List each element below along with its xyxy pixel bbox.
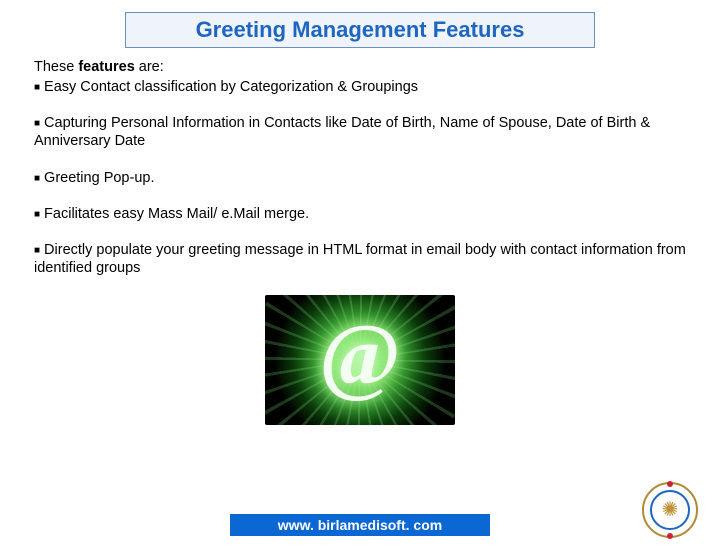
intro-line: These features are:	[34, 58, 686, 76]
page-title: Greeting Management Features	[196, 17, 525, 42]
bullet-icon: ■	[34, 209, 40, 220]
bullet-item: ■ Facilitates easy Mass Mail/ e.Mail merg…	[34, 205, 686, 223]
content-area: These features are: ■ Easy Contact classi…	[0, 48, 720, 425]
at-figure: @	[265, 295, 455, 425]
logo-dot	[667, 533, 673, 539]
footer-banner: www. birlamedisoft. com	[230, 514, 490, 536]
logo-inner-ring: ✺	[650, 490, 690, 530]
intro-plain: These	[34, 59, 78, 75]
bullet-item: ■Directly populate your greeting message…	[34, 241, 686, 277]
bullet-item: ■ Easy Contact classification by Categori…	[34, 78, 686, 96]
at-icon: @	[319, 312, 401, 400]
intro-tail: are:	[135, 59, 164, 75]
company-logo: ✺	[642, 482, 698, 538]
logo-dot	[667, 481, 673, 487]
bullet-icon: ■	[34, 118, 40, 129]
intro-bold: features	[78, 59, 134, 75]
bullet-icon: ■	[34, 173, 40, 184]
bullet-item: ■Capturing Personal Information in Conta…	[34, 114, 686, 150]
bullet-text: Facilitates easy Mass Mail/ e.Mail merge…	[44, 206, 309, 222]
bullet-text: Easy Contact classification by Categoriz…	[44, 79, 418, 95]
vitruvian-icon: ✺	[662, 500, 679, 520]
bullet-text: Capturing Personal Information in Contac…	[34, 115, 650, 149]
bullet-text: Greeting Pop-up.	[44, 170, 154, 186]
bullet-icon: ■	[34, 82, 40, 93]
footer-url: www. birlamedisoft. com	[278, 517, 442, 533]
bullet-text: Directly populate your greeting message …	[34, 242, 686, 276]
bullet-icon: ■	[34, 245, 40, 256]
bullet-item: ■ Greeting Pop-up.	[34, 169, 686, 187]
title-banner: Greeting Management Features	[125, 12, 595, 48]
